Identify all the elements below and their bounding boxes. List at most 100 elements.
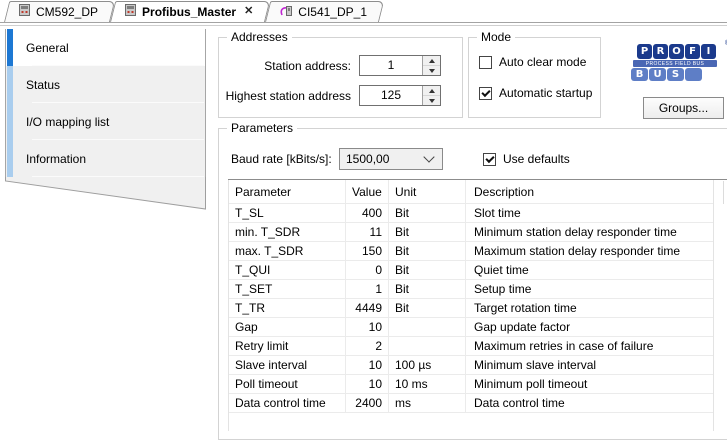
device-module-icon bbox=[124, 4, 137, 19]
spin-down-icon[interactable] bbox=[423, 66, 440, 75]
tab-cm592-dp[interactable]: CM592_DP bbox=[4, 1, 110, 22]
table-row[interactable]: T_SL 400 Bit Slot time bbox=[229, 204, 713, 223]
cell-unit: ms bbox=[389, 394, 466, 412]
table-row[interactable]: Gap 10 Gap update factor bbox=[229, 318, 713, 337]
cell-unit bbox=[389, 337, 466, 355]
addresses-group-label: Addresses bbox=[227, 30, 292, 44]
cell-unit: Bit bbox=[389, 204, 466, 222]
sidebar-slant-edge bbox=[5, 177, 206, 210]
sidebar-item-general[interactable]: General bbox=[5, 29, 206, 66]
highest-station-address-label: Highest station address bbox=[225, 88, 351, 103]
tab-label: CI541_DP_1 bbox=[298, 4, 367, 19]
device-cable-icon bbox=[279, 4, 293, 20]
profibus-logo-bottom: BUS bbox=[631, 68, 725, 81]
cell-parameter: T_TR bbox=[229, 299, 346, 317]
table-row[interactable]: T_QUI 0 Bit Quiet time bbox=[229, 261, 713, 280]
close-icon[interactable]: ✕ bbox=[244, 6, 253, 17]
cell-unit: Bit bbox=[389, 242, 466, 260]
table-corner-divider bbox=[723, 181, 724, 204]
cell-value[interactable]: 4449 bbox=[346, 299, 389, 317]
cell-value[interactable]: 1 bbox=[346, 280, 389, 298]
sidebar-item-status[interactable]: Status bbox=[5, 66, 206, 103]
auto-clear-mode-label: Auto clear mode bbox=[499, 55, 587, 69]
table-row[interactable]: T_TR 4449 Bit Target rotation time bbox=[229, 299, 713, 318]
tab-label: Profibus_Master bbox=[142, 4, 237, 19]
cell-value[interactable]: 0 bbox=[346, 261, 389, 279]
sidebar-accent-bar bbox=[7, 29, 13, 66]
table-row[interactable]: Poll timeout 10 10 ms Minimum poll timeout bbox=[229, 375, 713, 394]
cell-value[interactable]: 11 bbox=[346, 223, 389, 241]
column-header-parameter[interactable]: Parameter bbox=[229, 180, 346, 203]
spin-down-icon[interactable] bbox=[423, 96, 440, 105]
cell-value[interactable]: 150 bbox=[346, 242, 389, 260]
highest-station-address-spinner[interactable]: 125 bbox=[359, 85, 441, 106]
table-row[interactable]: Retry limit 2 Maximum retries in case of f… bbox=[229, 337, 713, 356]
column-header-unit[interactable]: Unit bbox=[389, 180, 466, 203]
cell-value[interactable]: 2400 bbox=[346, 394, 389, 412]
spin-up-icon[interactable] bbox=[423, 86, 440, 96]
cell-parameter: Data control time bbox=[229, 394, 346, 412]
cell-description: Data control time bbox=[474, 396, 565, 410]
use-defaults-checkbox[interactable] bbox=[483, 152, 496, 166]
station-address-label: Station address: bbox=[264, 58, 351, 73]
sidebar-item-io-mapping-list[interactable]: I/O mapping list bbox=[5, 103, 206, 140]
table-row[interactable]: min. T_SDR 11 Bit Minimum station delay res… bbox=[229, 223, 713, 242]
cell-value[interactable]: 10 bbox=[346, 318, 389, 336]
baud-rate-dropdown[interactable]: 1500,00 bbox=[339, 148, 443, 170]
cell-description: Maximum retries in case of failure bbox=[474, 339, 654, 353]
auto-clear-mode-checkbox[interactable] bbox=[479, 55, 492, 69]
automatic-startup-checkbox[interactable] bbox=[479, 86, 492, 100]
cell-value[interactable]: 10 bbox=[346, 356, 389, 374]
cell-unit: Bit bbox=[389, 280, 466, 298]
groups-button[interactable]: Groups... bbox=[643, 97, 724, 119]
logo-letter-tile: R bbox=[653, 44, 668, 59]
cell-unit: Bit bbox=[389, 299, 466, 317]
groups-button-label: Groups... bbox=[658, 101, 709, 115]
logo-letter-tile: I bbox=[701, 44, 716, 59]
sidebar-item-label: General bbox=[26, 40, 69, 55]
cell-parameter: Gap bbox=[229, 318, 346, 336]
cell-unit: 100 µs bbox=[389, 356, 466, 374]
automatic-startup-label: Automatic startup bbox=[499, 86, 593, 100]
cell-description: Minimum slave interval bbox=[474, 358, 597, 372]
table-row[interactable]: max. T_SDR 150 Bit Maximum station delay re… bbox=[229, 242, 713, 261]
cell-parameter: max. T_SDR bbox=[229, 242, 346, 260]
cell-value[interactable]: 10 bbox=[346, 375, 389, 393]
baud-rate-label: Baud rate [kBits/s]: bbox=[231, 152, 332, 166]
table-row[interactable]: Slave interval 10 100 µs Minimum slave inte… bbox=[229, 356, 713, 375]
logo-letter-tile: S bbox=[667, 68, 684, 81]
station-address-spinner[interactable]: 1 bbox=[359, 55, 441, 76]
param-table-body: T_SL 400 Bit Slot time min. T_SDR 11 Bit Minimu… bbox=[229, 204, 713, 413]
highest-station-address-value[interactable]: 125 bbox=[360, 86, 422, 105]
cell-description: Quiet time bbox=[474, 263, 529, 277]
device-module-icon bbox=[18, 4, 31, 19]
cell-description: Maximum station delay responder time bbox=[474, 244, 681, 258]
cell-parameter: Slave interval bbox=[229, 356, 346, 374]
cell-parameter: Retry limit bbox=[229, 337, 346, 355]
sidebar-accent-bar bbox=[7, 140, 13, 177]
tabbar-divider bbox=[0, 22, 727, 23]
mode-group: Mode Auto clear mode Automatic startup bbox=[468, 30, 601, 118]
sidebar-accent-bar bbox=[7, 66, 13, 103]
cell-description: Minimum station delay responder time bbox=[474, 225, 677, 239]
table-row[interactable]: T_SET 1 Bit Setup time bbox=[229, 280, 713, 299]
sidebar-item-information[interactable]: Information bbox=[5, 140, 206, 177]
cell-value[interactable]: 2 bbox=[346, 337, 389, 355]
logo-letter-tile: P bbox=[637, 44, 652, 59]
column-header-value[interactable]: Value bbox=[346, 180, 389, 203]
cell-parameter: T_SET bbox=[229, 280, 346, 298]
cell-parameter: T_QUI bbox=[229, 261, 346, 279]
cell-description: Minimum poll timeout bbox=[474, 377, 588, 391]
cell-value[interactable]: 400 bbox=[346, 204, 389, 222]
spin-up-icon[interactable] bbox=[423, 56, 440, 66]
sidebar-accent-bar bbox=[7, 103, 13, 140]
parameter-table: Parameter Value Unit Description T_SL 400… bbox=[228, 180, 714, 431]
table-row[interactable]: Data control time 2400 ms Data control time bbox=[229, 394, 713, 413]
sidebar-item-label: I/O mapping list bbox=[26, 114, 110, 129]
chevron-down-icon bbox=[423, 151, 435, 163]
column-header-description[interactable]: Description bbox=[466, 180, 713, 203]
station-address-value[interactable]: 1 bbox=[360, 56, 422, 75]
tab-ci541-dp-1[interactable]: CI541_DP_1 bbox=[265, 1, 379, 22]
logo-letter-tile: B bbox=[631, 68, 648, 81]
tab-profibus-master[interactable]: Profibus_Master ✕ bbox=[110, 1, 265, 22]
